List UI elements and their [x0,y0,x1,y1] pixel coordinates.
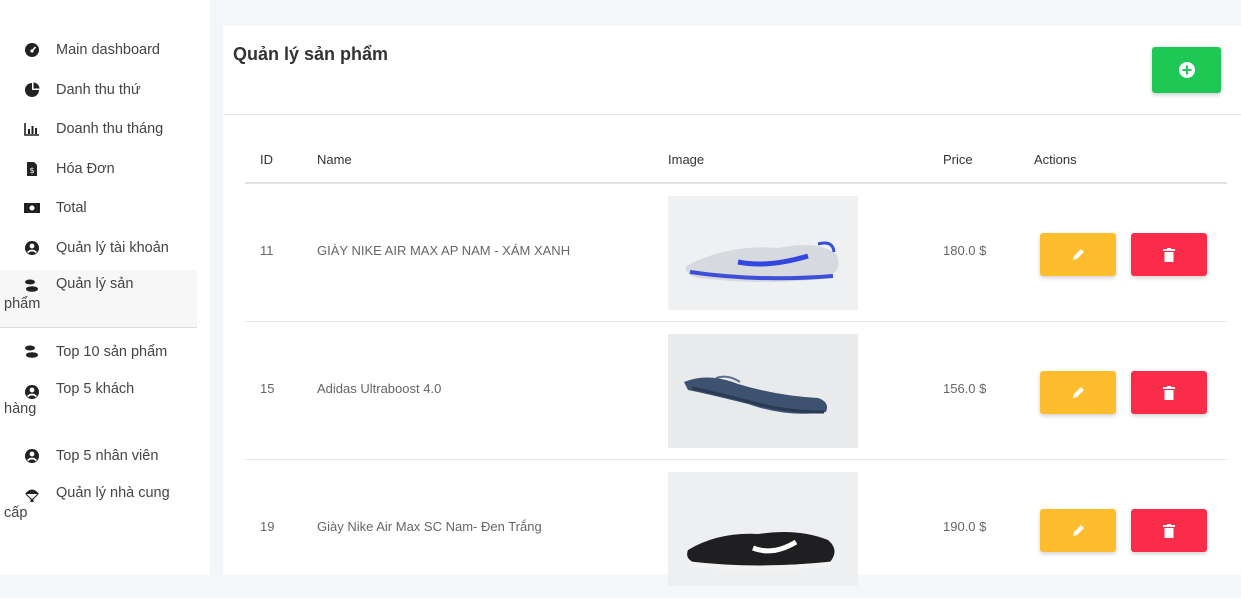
pencil-icon [1073,386,1084,398]
table-row: 19 Giày Nike Air Max SC Nam- Đen Trắng 1… [245,460,1227,598]
sidebar-item-main-dashboard[interactable]: Main dashboard [0,36,197,66]
shoe-icon [25,279,38,292]
dashboard-icon [25,43,39,57]
column-header-name: Name [317,152,352,167]
delete-button[interactable] [1131,509,1207,552]
sidebar-item-quan-ly-tai-khoan[interactable]: Quản lý tài khoản [0,234,197,264]
bar-chart-icon [24,123,39,136]
user-circle-icon [25,385,39,399]
edit-button[interactable] [1040,509,1116,552]
sidebar-item-label: Hóa Đơn [56,161,115,177]
sidebar-item-top-10-san-pham[interactable]: Top 10 sản phẩm [0,338,197,368]
pie-chart-icon [25,82,40,97]
delete-button[interactable] [1131,371,1207,414]
trash-icon [1163,523,1175,538]
sidebar-item-total[interactable]: Total [0,194,197,224]
column-header-price: Price [943,152,973,167]
table-row: 15 Adidas Ultraboost 4.0 156.0 $ [245,322,1227,460]
sidebar-item-top-5-khach-hang[interactable]: Top 5 khách hàng [0,375,197,427]
pencil-icon [1073,524,1084,536]
add-product-button[interactable] [1152,47,1221,93]
column-header-image: Image [668,152,705,167]
sidebar-item-hoa-don[interactable]: $ Hóa Đơn [0,155,197,185]
sidebar-item-label: Danh thu thứ [56,82,141,98]
sidebar-item-label-continued: hàng [4,401,37,417]
sidebar-item-label: Quản lý tài khoản [56,240,169,256]
sidebar-item-label: Top 5 nhân viên [56,448,159,464]
trash-icon [1163,247,1175,262]
invoice-icon: $ [27,162,37,176]
sidebar-item-label: Total [56,200,87,216]
shoe-icon [25,345,38,358]
product-name: GIÀY NIKE AIR MAX AP NAM - XÁM XANH [317,243,571,258]
plus-circle-icon [1178,62,1195,78]
product-price: 180.0 $ [943,243,987,258]
sidebar-item-danh-thu-thu[interactable]: Danh thu thứ [0,76,197,106]
product-id: 11 [260,243,274,258]
money-icon [24,203,40,213]
sidebar-item-quan-ly-nha-cung-cap[interactable]: Quản lý nhà cung cấp [0,479,197,531]
sidebar: Main dashboard Danh thu thứ Doanh thu th… [0,0,197,575]
sidebar-item-label: Main dashboard [56,42,160,58]
product-name: Giày Nike Air Max SC Nam- Đen Trắng [317,519,542,534]
sidebar-item-label-continued: cấp [4,505,28,521]
product-management-panel: Quản lý sản phẩm ID Name Image Price Act… [223,26,1241,586]
sidebar-item-label: Doanh thu tháng [56,121,164,137]
product-id: 19 [260,519,275,534]
user-circle-icon [25,449,39,463]
sidebar-gutter [197,0,210,575]
product-price: 156.0 $ [943,381,987,396]
product-price: 190.0 $ [943,519,987,534]
sidebar-item-label: Top 10 sản phẩm [56,344,168,360]
page-title: Quản lý sản phẩm [233,44,389,64]
product-id: 15 [260,381,275,396]
product-image [668,334,858,448]
pencil-icon [1073,248,1084,260]
product-image [668,196,858,310]
header-divider [223,114,1241,115]
column-header-actions: Actions [1034,152,1077,167]
product-name: Adidas Ultraboost 4.0 [317,381,442,396]
trash-icon [1163,385,1175,400]
edit-button[interactable] [1040,233,1116,276]
sidebar-item-quan-ly-san-pham[interactable]: Quản lý sản phẩm [0,270,197,328]
sidebar-item-doanh-thu-thang[interactable]: Doanh thu tháng [0,115,197,145]
table-row: 11 GIÀY NIKE AIR MAX AP NAM - XÁM XANH 1… [245,184,1227,322]
product-image [668,472,858,586]
delete-button[interactable] [1131,233,1207,276]
column-header-id: ID [260,152,273,167]
sidebar-item-top-5-nhan-vien[interactable]: Top 5 nhân viên [0,442,197,472]
user-circle-icon [25,241,39,255]
svg-text:$: $ [29,166,34,175]
parachute-icon [25,489,39,502]
edit-button[interactable] [1040,371,1116,414]
sidebar-item-label-continued: phẩm [4,296,41,312]
